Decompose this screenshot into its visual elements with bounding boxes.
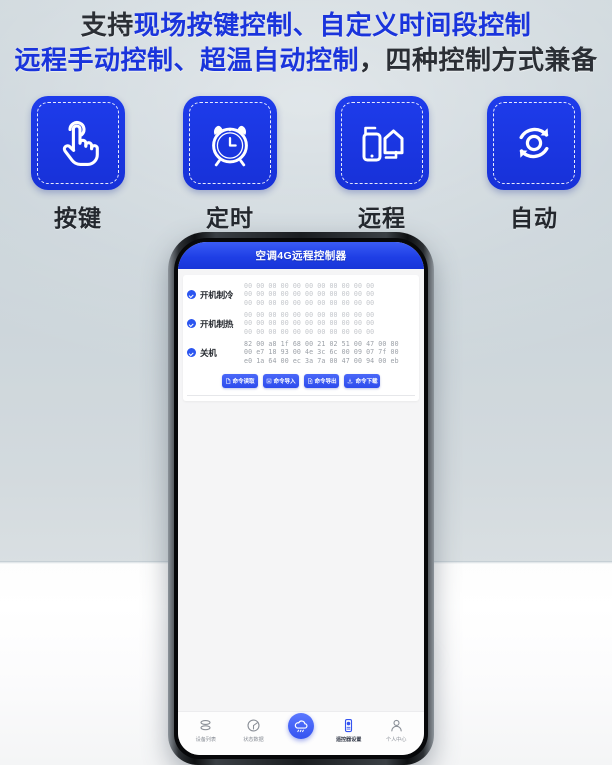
- hex-line: 00 00 00 00 00 00 00 00 00 00 00: [244, 290, 375, 299]
- headline-line-1: 支持现场按键控制、自定义时间段控制: [0, 8, 612, 43]
- feature-item-auto-control[interactable]: 自动: [487, 96, 581, 233]
- phone-house-remote-icon: [354, 115, 410, 171]
- card-divider: [187, 395, 415, 396]
- command-hex-data: 00 00 00 00 00 00 00 00 00 00 00 00 00 0…: [244, 311, 415, 336]
- hex-line: 00 e7 18 93 00 4e 3c 6c 00 09 07 7f 00: [244, 348, 399, 357]
- nav-label: 状态数据: [243, 737, 264, 743]
- feature-tile: [335, 96, 429, 190]
- nav-item-cloud-control[interactable]: [279, 713, 323, 742]
- feature-label: 自动: [510, 205, 558, 231]
- file-download-icon: [347, 378, 353, 384]
- headline-line2-highlight: 远程手动控制、超温自动控制: [14, 45, 359, 75]
- person-icon: [389, 717, 404, 734]
- feature-tile: [31, 96, 125, 190]
- nav-item-remote-settings[interactable]: 遥控器设置: [327, 717, 371, 743]
- feature-item-remote-control[interactable]: 远程: [335, 96, 429, 233]
- hex-line: 00 00 00 00 00 00 00 00 00 00 00: [244, 298, 375, 307]
- status-data-icon: [246, 717, 261, 734]
- headline-line1-highlight: 现场按键控制、自定义时间段控制: [133, 10, 532, 40]
- command-row[interactable]: 开机制热 00 00 00 00 00 00 00 00 00 00 00 00…: [187, 309, 415, 338]
- command-export-button[interactable]: 命令导出: [303, 374, 340, 388]
- cloud-control-icon: [287, 713, 314, 739]
- feature-icon-row: 按键 定时 远程 自动: [0, 96, 612, 233]
- check-circle-icon[interactable]: [187, 290, 196, 299]
- command-row[interactable]: 开机制冷 00 00 00 00 00 00 00 00 00 00 00 00…: [187, 280, 415, 309]
- headline-line1-prefix: 支持: [80, 10, 134, 40]
- command-name: 关机: [200, 347, 217, 358]
- headline: 支持现场按键控制、自定义时间段控制 远程手动控制、超温自动控制，四种控制方式兼备: [0, 8, 612, 78]
- file-read-icon: [225, 378, 231, 384]
- nav-label: 遥控器设置: [335, 737, 362, 743]
- feature-label: 按键: [54, 205, 102, 231]
- app-header: 空调4G远程控制器: [178, 242, 424, 269]
- button-label: 命令导出: [314, 379, 337, 385]
- hex-line: e0 1a 64 00 ec 3a 7a 00 47 00 94 00 eb: [244, 356, 399, 365]
- feature-tile: [487, 96, 581, 190]
- nav-item-profile[interactable]: 个人中心: [374, 717, 418, 743]
- headline-line-2: 远程手动控制、超温自动控制，四种控制方式兼备: [0, 43, 612, 78]
- check-circle-icon[interactable]: [187, 348, 196, 357]
- hex-line: 82 00 a8 1f 68 00 21 02 51 00 47 00 80: [244, 340, 399, 348]
- command-import-button[interactable]: 命令导入: [262, 374, 299, 388]
- command-hex-data: 00 00 00 00 00 00 00 00 00 00 00 00 00 0…: [244, 282, 415, 307]
- app-title: 空调4G远程控制器: [255, 250, 347, 262]
- button-label: 命令下载: [355, 379, 378, 385]
- remote-settings-icon: [341, 717, 356, 734]
- button-label: 命令读取: [232, 379, 255, 385]
- nav-label: 个人中心: [385, 737, 407, 743]
- command-list-card: 开机制冷 00 00 00 00 00 00 00 00 00 00 00 00…: [183, 275, 419, 401]
- hex-line: 00 00 00 00 00 00 00 00 00 00 00: [244, 282, 375, 290]
- hex-line: 00 00 00 00 00 00 00 00 00 00 00: [244, 327, 375, 336]
- phone-mockup: 空调4G远程控制器 开机制冷 00 00 00 00 00 00 00 00 0…: [168, 232, 434, 765]
- button-label: 命令导入: [273, 379, 296, 385]
- command-name: 开机制冷: [200, 289, 234, 300]
- app-content: 开机制冷 00 00 00 00 00 00 00 00 00 00 00 00…: [178, 269, 424, 711]
- command-row[interactable]: 关机 82 00 a8 1f 68 00 21 02 51 00 47 00 8…: [187, 338, 415, 367]
- command-action-buttons: 命令读取 命令导入 命令导出 命令下载: [192, 374, 410, 388]
- feature-item-button-control[interactable]: 按键: [31, 96, 125, 233]
- file-import-icon: [266, 378, 272, 384]
- command-read-button[interactable]: 命令读取: [221, 374, 258, 388]
- tap-finger-icon: [51, 116, 105, 170]
- alarm-clock-icon: [202, 115, 258, 171]
- command-download-button[interactable]: 命令下载: [344, 374, 381, 388]
- nav-item-device-list[interactable]: 设备列表: [184, 717, 228, 743]
- command-name: 开机制热: [200, 318, 234, 329]
- feature-label: 定时: [206, 205, 254, 231]
- command-hex-data: 82 00 a8 1f 68 00 21 02 51 00 47 00 80 0…: [244, 340, 415, 365]
- hex-line: 00 00 00 00 00 00 00 00 00 00 00: [244, 319, 375, 328]
- phone-screen: 空调4G远程控制器 开机制冷 00 00 00 00 00 00 00 00 0…: [178, 242, 424, 755]
- nav-item-status-data[interactable]: 状态数据: [231, 717, 275, 743]
- feature-item-timer-control[interactable]: 定时: [183, 96, 277, 233]
- nav-label: 设备列表: [195, 737, 216, 743]
- device-list-icon: [198, 717, 213, 734]
- bottom-navigation-bar: 设备列表 状态数据 遥控器设置 个人中心: [178, 711, 424, 755]
- headline-line2-suffix: ，四种控制方式兼备: [359, 45, 598, 75]
- feature-tile: [183, 96, 277, 190]
- file-export-icon: [307, 378, 313, 384]
- feature-label: 远程: [358, 205, 406, 231]
- auto-refresh-icon: [506, 115, 562, 171]
- hex-line: 00 00 00 00 00 00 00 00 00 00 00: [244, 311, 375, 319]
- check-circle-icon[interactable]: [187, 319, 196, 328]
